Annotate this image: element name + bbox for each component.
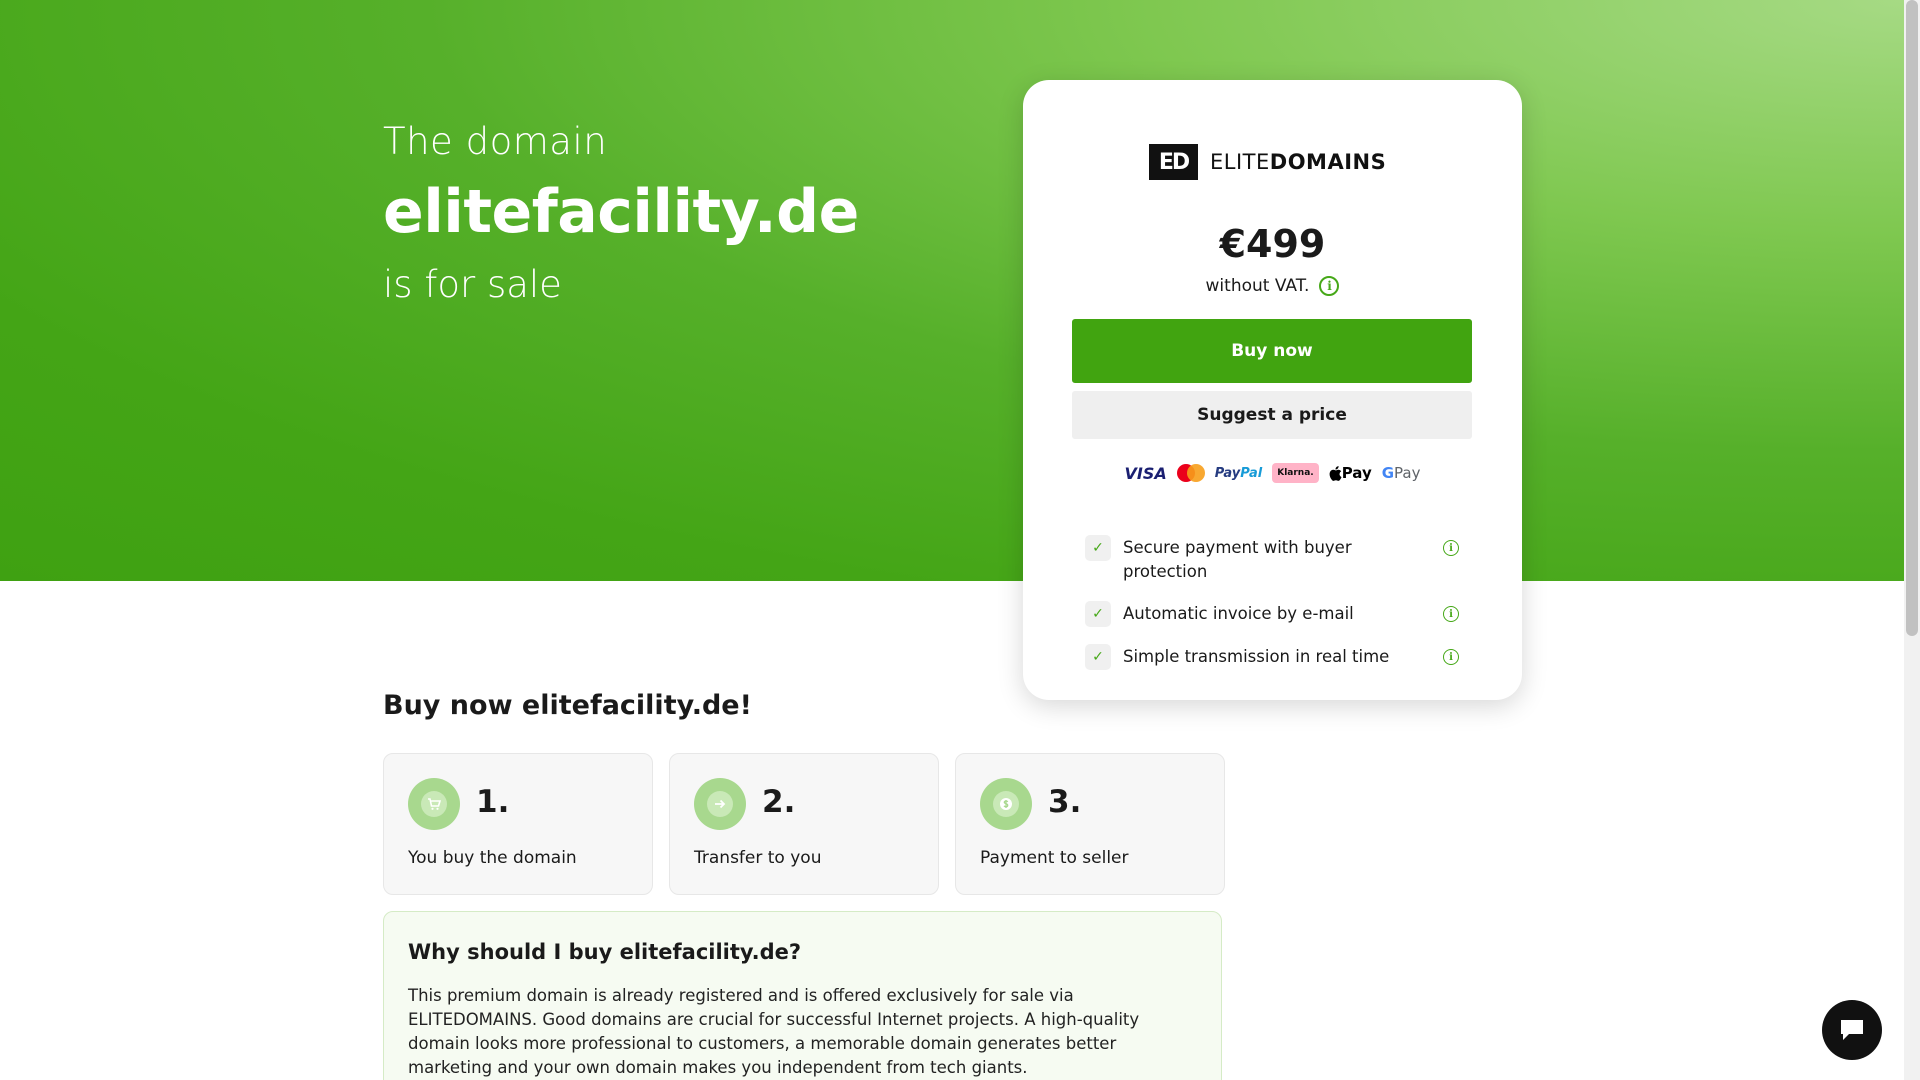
- feature-label: Secure payment with buyer protection: [1123, 538, 1352, 581]
- step-label: You buy the domain: [408, 848, 577, 868]
- arrow-right-icon: [694, 778, 746, 830]
- why-buy-box: Why should I buy elitefacility.de? This …: [383, 911, 1222, 1080]
- step-label: Payment to seller: [980, 848, 1129, 868]
- google-pay-icon: G Pay: [1382, 462, 1421, 484]
- step-number: 3.: [1048, 784, 1082, 820]
- step-card: 3. Payment to seller: [955, 753, 1225, 895]
- check-icon: ✓: [1085, 535, 1111, 561]
- logo-mark: ED: [1149, 144, 1198, 180]
- feature-label: Automatic invoice by e-mail: [1123, 604, 1354, 623]
- price: €499: [1219, 222, 1326, 266]
- apple-pay-icon: Pay: [1329, 462, 1372, 484]
- chat-button[interactable]: [1822, 1000, 1882, 1060]
- mastercard-icon: [1176, 464, 1205, 482]
- hero-domain-name: elitefacility.de: [383, 177, 859, 247]
- logo-text-bold: DOMAINS: [1269, 150, 1387, 174]
- step-number: 1.: [476, 784, 510, 820]
- elitedomains-logo[interactable]: ED ELITEDOMAINS: [1149, 144, 1386, 180]
- apple-logo-icon: [1329, 465, 1342, 481]
- paypal-icon: Pay Pal: [1215, 462, 1262, 484]
- why-buy-title: Why should I buy elitefacility.de?: [408, 940, 802, 964]
- check-icon: ✓: [1085, 644, 1111, 670]
- paypal-text-a: Pay: [1214, 465, 1241, 481]
- paypal-text-b: Pal: [1240, 465, 1263, 481]
- scrollbar[interactable]: [1904, 0, 1920, 1080]
- vat-note-row: without VAT. i: [1023, 276, 1522, 296]
- scrollbar-thumb[interactable]: [1906, 0, 1918, 636]
- suggest-price-button[interactable]: Suggest a price: [1072, 391, 1472, 439]
- hero-post-text: is for sale: [383, 263, 562, 306]
- info-icon[interactable]: i: [1443, 649, 1459, 665]
- feature-item: ✓ Simple transmission in real time i: [1085, 644, 1465, 670]
- info-icon[interactable]: i: [1443, 606, 1459, 622]
- info-icon[interactable]: i: [1443, 540, 1459, 556]
- step-number: 2.: [762, 784, 796, 820]
- hero-pre-text: The domain: [383, 120, 608, 163]
- chat-bubble-icon: [1841, 1020, 1863, 1040]
- step-label: Transfer to you: [694, 848, 822, 868]
- klarna-icon: Klarna.: [1272, 463, 1319, 483]
- feature-list: ✓ Secure payment with buyer protection i…: [1085, 535, 1465, 687]
- apple-pay-text: Pay: [1341, 464, 1372, 482]
- info-icon[interactable]: i: [1319, 276, 1340, 296]
- check-icon: ✓: [1085, 601, 1111, 627]
- feature-item: ✓ Automatic invoice by e-mail i: [1085, 601, 1465, 627]
- cart-icon: [408, 778, 460, 830]
- vat-note: without VAT.: [1205, 276, 1310, 296]
- hero-banner: The domain elitefacility.de is for sale: [0, 0, 1904, 581]
- buy-now-button[interactable]: Buy now: [1072, 319, 1472, 383]
- google-pay-text: Pay: [1394, 464, 1421, 482]
- feature-label: Simple transmission in real time: [1123, 647, 1390, 666]
- payment-methods: VISA Pay Pal Klarna. Pay G Pay: [1023, 462, 1522, 484]
- logo-wordmark: ELITEDOMAINS: [1210, 150, 1386, 174]
- step-card: 2. Transfer to you: [669, 753, 939, 895]
- steps-row: 1. You buy the domain 2. Transfer to you…: [383, 753, 1225, 895]
- step-card: 1. You buy the domain: [383, 753, 653, 895]
- dollar-icon: [980, 778, 1032, 830]
- section-title: Buy now elitefacility.de!: [383, 690, 752, 721]
- visa-icon: VISA: [1124, 463, 1167, 483]
- hero-heading: The domain elitefacility.de is for sale: [383, 120, 859, 306]
- purchase-card: ED ELITEDOMAINS €499 without VAT. i Buy …: [1023, 80, 1522, 700]
- why-buy-body: This premium domain is already registere…: [408, 986, 1140, 1077]
- logo-text-light: ELITE: [1210, 150, 1270, 174]
- google-g-text: G: [1381, 464, 1395, 482]
- feature-item: ✓ Secure payment with buyer protection i: [1085, 535, 1465, 584]
